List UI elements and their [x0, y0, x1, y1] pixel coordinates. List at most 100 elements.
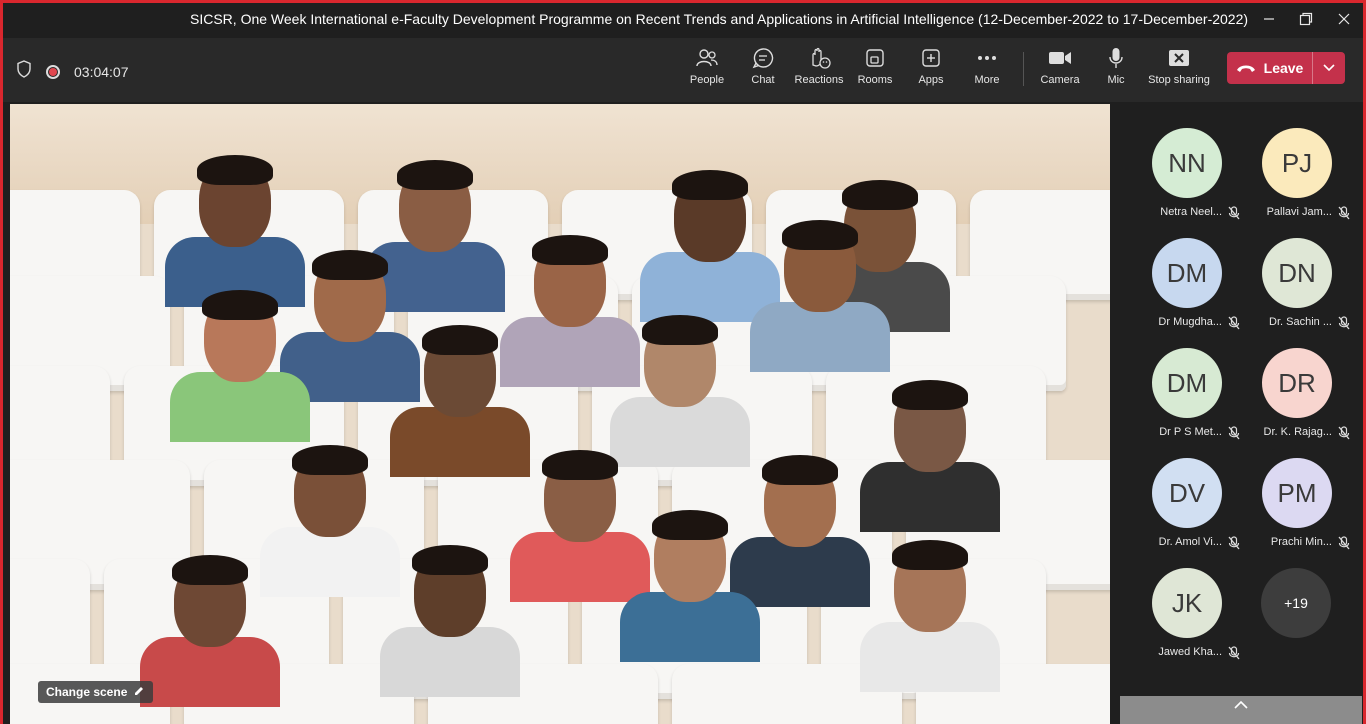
rooms-button[interactable]: Rooms	[847, 46, 903, 94]
torso	[380, 627, 520, 697]
chat-icon	[752, 46, 774, 70]
shared-content-preview[interactable]	[1120, 696, 1362, 724]
more-icon	[977, 46, 997, 70]
apps-button[interactable]: Apps	[903, 46, 959, 94]
people-icon	[696, 46, 718, 70]
camera-label: Camera	[1040, 74, 1080, 86]
participant-tile[interactable]: DV Dr. Amol Vi...	[1132, 458, 1242, 568]
hair	[842, 180, 918, 210]
avatar-initials: DR	[1278, 367, 1316, 398]
chat-button[interactable]: Chat	[735, 46, 791, 94]
participant-name: Dr. Sachin ...	[1269, 316, 1332, 328]
avatar-initials: DM	[1166, 367, 1208, 398]
torso	[860, 622, 1000, 692]
avatar: DR	[1262, 348, 1332, 418]
stop-sharing-button[interactable]: Stop sharing	[1144, 46, 1214, 94]
hair	[642, 315, 718, 345]
hair	[197, 155, 273, 185]
chat-label: Chat	[751, 74, 775, 86]
avatar: DN	[1262, 238, 1332, 308]
participant-tile[interactable]: DR Dr. K. Rajag...	[1242, 348, 1352, 458]
mic-button[interactable]: Mic	[1088, 46, 1144, 94]
hair	[397, 160, 473, 190]
leave-label: Leave	[1263, 60, 1304, 76]
participant-tile[interactable]: PM Prachi Min...	[1242, 458, 1352, 568]
avatar-initials: DN	[1278, 257, 1316, 288]
participant-name: Dr Mugdha...	[1158, 316, 1222, 328]
title-bar: SICSR, One Week International e-Faculty …	[0, 0, 1366, 38]
hair	[412, 545, 488, 575]
mic-off-icon	[1228, 646, 1240, 665]
hair	[892, 380, 968, 410]
minimize-icon[interactable]	[1254, 6, 1284, 32]
stop-sharing-label: Stop sharing	[1148, 74, 1210, 86]
mic-off-icon	[1228, 316, 1240, 335]
more-button[interactable]: More	[959, 46, 1015, 94]
hair	[172, 555, 248, 585]
torso	[500, 317, 640, 387]
hair	[532, 235, 608, 265]
apps-icon	[921, 46, 941, 70]
participant-name: Netra Neel...	[1160, 206, 1222, 218]
avatar-initials: NN	[1168, 147, 1206, 178]
hair	[652, 510, 728, 540]
mic-off-icon	[1338, 536, 1350, 555]
reactions-label: Reactions	[794, 74, 844, 86]
people-button[interactable]: People	[679, 46, 735, 94]
participant-name: Pallavi Jam...	[1266, 206, 1332, 218]
camera-icon	[1048, 46, 1072, 70]
maximize-icon[interactable]	[1291, 6, 1321, 32]
avatar: NN	[1152, 128, 1222, 198]
shield-icon	[16, 60, 32, 83]
mic-off-icon	[1338, 426, 1350, 445]
close-icon[interactable]	[1329, 6, 1359, 32]
overflow-count: +19	[1284, 595, 1308, 611]
participant-tile[interactable]: DN Dr. Sachin ...	[1242, 238, 1352, 348]
reactions-button[interactable]: Reactions	[791, 46, 847, 94]
hair	[542, 450, 618, 480]
leave-main[interactable]: Leave	[1227, 60, 1312, 76]
stop-sharing-icon	[1168, 46, 1190, 70]
torso	[750, 302, 890, 372]
hair	[782, 220, 858, 250]
meeting-status: 03:04:07	[16, 60, 129, 83]
more-participants-button[interactable]: +19	[1261, 568, 1331, 638]
participant-tile[interactable]: NN Netra Neel...	[1132, 128, 1242, 238]
avatar-initials: JK	[1171, 587, 1203, 618]
torso	[170, 372, 310, 442]
torso	[365, 242, 505, 312]
camera-button[interactable]: Camera	[1032, 46, 1088, 94]
participant-tile[interactable]: DM Dr Mugdha...	[1132, 238, 1242, 348]
avatar: DM	[1152, 348, 1222, 418]
hair	[892, 540, 968, 570]
meeting-timer: 03:04:07	[74, 63, 129, 80]
avatar-initials: PM	[1277, 477, 1317, 508]
avatar: DV	[1152, 458, 1222, 528]
mic-icon	[1108, 46, 1124, 70]
mic-off-icon	[1228, 206, 1240, 225]
participant-name: Dr. K. Rajag...	[1263, 426, 1332, 438]
hair	[422, 325, 498, 355]
pencil-icon	[133, 685, 145, 700]
hair	[762, 455, 838, 485]
hair	[202, 290, 278, 320]
torso	[730, 537, 870, 607]
participant-tile[interactable]: PJ Pallavi Jam...	[1242, 128, 1352, 238]
window-title: SICSR, One Week International e-Faculty …	[190, 11, 1249, 27]
mic-off-icon	[1338, 206, 1350, 225]
chevron-down-icon[interactable]	[1313, 64, 1345, 72]
more-label: More	[974, 74, 1000, 86]
avatar: DM	[1152, 238, 1222, 308]
participant-tile[interactable]: JK Jawed Kha...	[1132, 568, 1242, 678]
change-scene-label: Change scene	[46, 685, 128, 699]
leave-button[interactable]: Leave	[1227, 52, 1345, 84]
participant-name: Prachi Min...	[1270, 536, 1332, 548]
participant-name: Jawed Kha...	[1158, 646, 1222, 658]
reactions-icon	[807, 46, 831, 70]
change-scene-button[interactable]: Change scene	[38, 681, 154, 703]
participant-tile[interactable]: DM Dr P S Met...	[1132, 348, 1242, 458]
avatar: JK	[1152, 568, 1222, 638]
avatar-initials: PJ	[1281, 147, 1313, 178]
torso	[610, 397, 750, 467]
chevron-up-icon[interactable]	[1234, 698, 1248, 712]
